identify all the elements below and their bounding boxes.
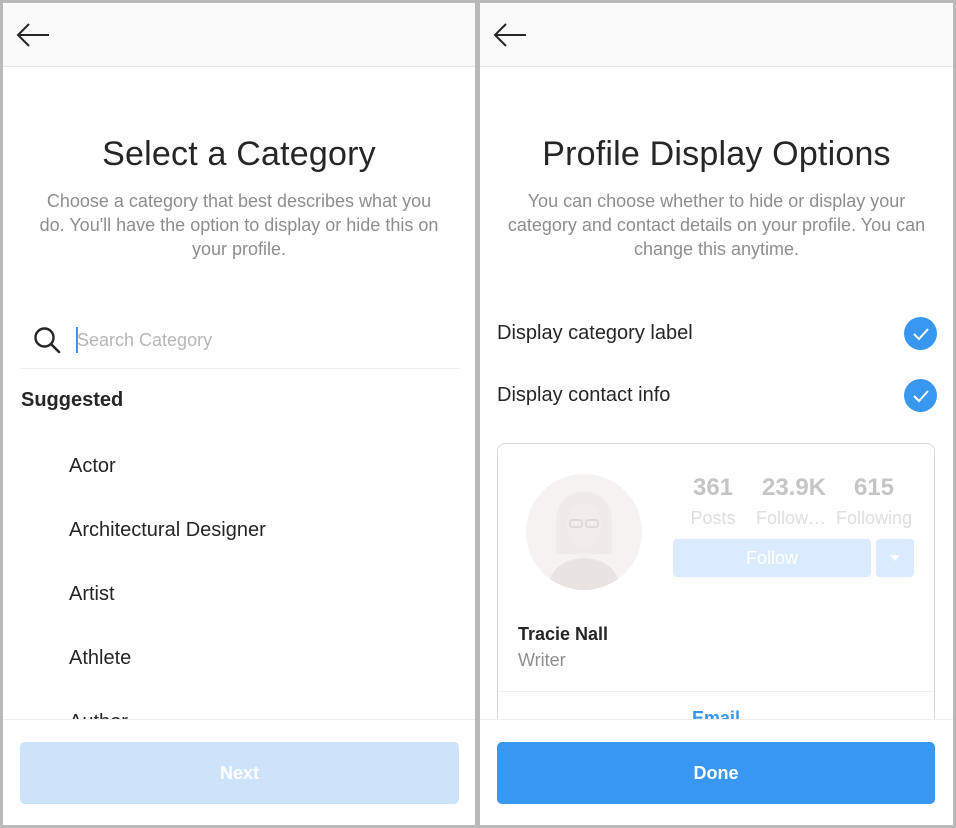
option-display-category[interactable]: Display category label: [497, 314, 937, 354]
caret-down-icon: [890, 555, 900, 561]
search-icon: [34, 327, 61, 354]
search-bar: [21, 309, 459, 369]
footer: Done: [480, 719, 953, 825]
page-description: Choose a category that best describes wh…: [39, 191, 439, 259]
option-label: Display contact info: [497, 384, 671, 406]
category-item-author[interactable]: Author: [69, 699, 449, 720]
top-bar: [480, 3, 953, 67]
back-button[interactable]: [488, 15, 532, 55]
avatar: [526, 474, 642, 590]
stat-value: 23.9K: [761, 474, 827, 501]
divider: [498, 691, 934, 692]
top-bar: [3, 3, 475, 67]
category-list: Actor Architectural Designer Artist Athl…: [69, 443, 449, 720]
back-button[interactable]: [11, 15, 55, 55]
profile-display-options-screen: Profile Display Options You can choose w…: [480, 3, 953, 825]
stat-label: Following: [835, 508, 913, 528]
footer: Next: [3, 719, 475, 825]
category-item-athlete[interactable]: Athlete: [69, 635, 449, 699]
follow-button[interactable]: Follow: [673, 539, 871, 577]
next-button[interactable]: Next: [20, 742, 459, 804]
category-item-architectural-designer[interactable]: Architectural Designer: [69, 507, 449, 571]
profile-category: Writer: [518, 650, 566, 670]
page-title: Select a Category: [102, 135, 376, 173]
stat-followers: 23.9K Followers: [752, 474, 836, 529]
select-category-screen: Select a Category Choose a category that…: [3, 3, 475, 825]
stat-label: Posts: [690, 508, 736, 528]
arrow-left-icon: [16, 23, 49, 47]
profile-preview-card: 361 Posts 23.9K Followers 615 Following …: [497, 443, 935, 743]
suggestions-dropdown-button[interactable]: [876, 539, 914, 577]
stat-following: 615 Following: [832, 474, 916, 529]
category-item-actor[interactable]: Actor: [69, 443, 449, 507]
stat-value: 361: [692, 474, 734, 501]
page-description: You can choose whether to hide or displa…: [507, 191, 926, 259]
done-button[interactable]: Done: [497, 742, 935, 804]
checkmark-icon[interactable]: [904, 379, 937, 412]
stat-value: 615: [853, 474, 895, 501]
category-item-artist[interactable]: Artist: [69, 571, 449, 635]
option-label: Display category label: [497, 322, 693, 344]
suggested-heading: Suggested: [21, 389, 124, 411]
stat-posts: 361 Posts: [671, 474, 755, 529]
profile-name: Tracie Nall: [518, 624, 609, 644]
arrow-left-icon: [493, 23, 526, 47]
search-input[interactable]: [77, 324, 437, 356]
stat-label: Followers: [756, 508, 832, 528]
page-title: Profile Display Options: [542, 135, 891, 173]
option-display-contact[interactable]: Display contact info: [497, 376, 937, 416]
checkmark-icon[interactable]: [904, 317, 937, 350]
